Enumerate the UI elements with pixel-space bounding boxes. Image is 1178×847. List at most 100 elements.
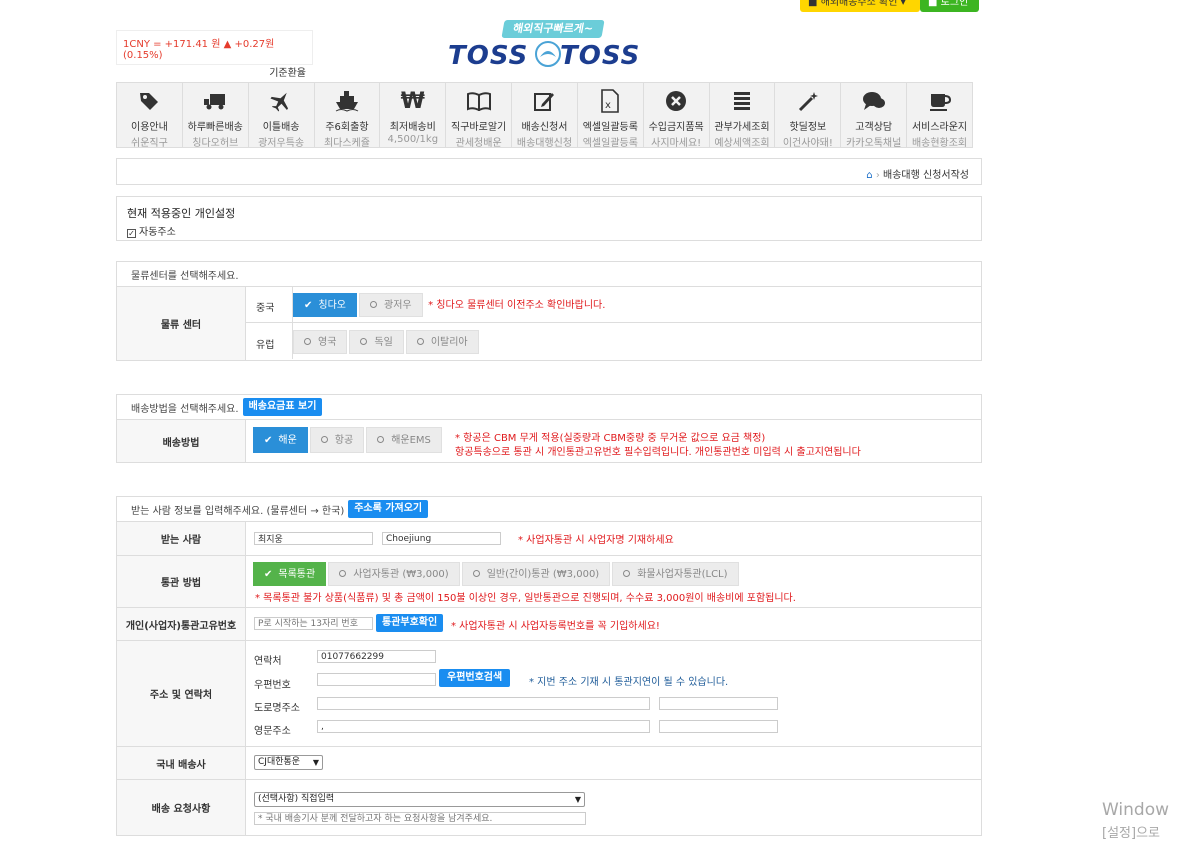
won-icon: ₩ (400, 88, 425, 114)
shipping-address-check-button[interactable]: ■ 해외배송주소 확인 ▾ (800, 0, 920, 12)
menu-sub: 최다스케쥴 (323, 138, 370, 149)
menu-item-consult[interactable]: 고객상담 카카오톡채널 (841, 83, 908, 149)
receiver-name-en-input[interactable] (382, 532, 501, 545)
eng-address-detail-input[interactable] (659, 720, 778, 733)
request-value: (선택사항) 직접입력 (258, 794, 335, 804)
personal-settings-heading: 현재 적용중인 개인설정 (127, 207, 236, 220)
shipping-row: 배송방법 ✔ 해운 항공 해운EMS * 항공은 CBM 무게 적용(실중량과 CBM… (116, 420, 982, 463)
menu-title: 수입금지품목 (648, 122, 704, 133)
menu-item-fast-delivery[interactable]: 하루빠른배송 칭다오허브 (183, 83, 249, 149)
receiver-section-title: 받는 사람 정보를 입력해주세요. (물류센터 → 한국) (131, 505, 345, 517)
option-business-clearance[interactable]: 사업자통관 (₩3,000) (328, 562, 460, 586)
customs-label: 통관 방법 (117, 556, 246, 607)
menu-sub: 이건사야돼! (782, 138, 833, 149)
zip-note: * 지번 주소 기재 시 통관지연이 될 수 있습니다. (529, 677, 729, 688)
menu-sub: 예상세액조회 (714, 138, 770, 149)
pccc-label: 개인(사업자)통관고유번호 (117, 608, 246, 640)
menu-sub: 칭다오허브 (192, 138, 239, 149)
option-germany[interactable]: 독일 (349, 330, 404, 354)
option-sea-ems[interactable]: 해운EMS (366, 427, 442, 453)
menu-sub: 쉬운직구 (131, 138, 168, 149)
menu-sub: 배송대행신청 (516, 138, 573, 149)
receiver-label: 받는 사람 (117, 522, 246, 555)
plane-icon (270, 92, 289, 112)
option-uk[interactable]: 영국 (293, 330, 348, 354)
europe-label: 유럽 (256, 340, 275, 351)
shipping-note-2: 항공특송으로 통관 시 개인통관고유번호 필수입력입니다. 개인통관번호 미입력… (455, 447, 861, 458)
menu-item-hot-deal[interactable]: 핫딜정보 이건사야돼! (775, 83, 842, 149)
eng-address-input[interactable] (317, 720, 650, 733)
menu-title: 주6회출항 (325, 122, 369, 133)
option-air[interactable]: 항공 (309, 427, 365, 453)
zip-search-button[interactable]: 우편번호검색 (439, 669, 511, 687)
road-address-input[interactable] (317, 697, 650, 710)
phone-input[interactable] (317, 650, 436, 663)
menu-title: 핫딜정보 (789, 122, 827, 133)
menu-title: 고객상담 (855, 122, 893, 133)
svg-text:TOSS: TOSS (448, 41, 528, 71)
menu-item-schedule[interactable]: 주6회출항 최다스케쥴 (315, 83, 381, 149)
shipping-label: 배송방법 (117, 420, 246, 462)
cup-icon (929, 94, 951, 111)
chevron-down-icon: ▼ (312, 758, 319, 767)
ship-icon (335, 91, 359, 112)
menu-title: 엑셀일괄등록 (582, 122, 638, 133)
breadcrumb-current: 배송대행 신청서작성 (883, 170, 969, 181)
watermark-line-2: [설정]으로 (1102, 826, 1160, 841)
menu-item-prohibited[interactable]: 수입금지품목 사지마세요! (644, 83, 710, 149)
road-address-detail-input[interactable] (659, 697, 778, 710)
exchange-rate-box: 1CNY = +171.41 원 ▲ +0.27원 (0.15%) 기준환율 (116, 30, 313, 79)
menu-item-lounge[interactable]: 서비스라운지 배송현황조회 (907, 83, 972, 149)
watermark-line-1: Window (1102, 800, 1170, 820)
menu-item-direct-buy-guide[interactable]: 직구바로알기 관세청배운 (446, 83, 513, 149)
customs-row: 통관 방법 ✔ 목록통관 사업자통관 (₩3,000) 일반(간이)통관 (₩3,00… (116, 556, 982, 608)
option-general-clearance[interactable]: 일반(간이)통관 (₩3,000) (461, 562, 611, 586)
menu-sub: 4,500/1kg (387, 134, 439, 145)
request-label: 배송 요청사항 (117, 780, 246, 835)
request-input[interactable] (254, 812, 586, 825)
book-icon (466, 92, 491, 111)
svg-text:TOSS: TOSS (560, 41, 640, 71)
fee-table-button[interactable]: 배송요금표 보기 (242, 398, 323, 416)
address-label: 주소 및 연락처 (117, 641, 246, 746)
site-logo[interactable]: 해외직구빠르게~ TOSS TOSS (448, 20, 650, 71)
option-guangzhou[interactable]: 광저우 (359, 293, 423, 317)
option-cargo-clearance[interactable]: 화물사업자통관(LCL) (612, 562, 739, 586)
menu-title: 관부가세조회 (714, 122, 770, 133)
login-button[interactable]: ■ 로그인 (920, 0, 979, 12)
tag-icon (140, 93, 159, 110)
receiver-section-header: 받는 사람 정보를 입력해주세요. (물류센터 → 한국) 주소록 가져오기 (116, 496, 982, 522)
receiver-name-input[interactable] (254, 532, 373, 545)
menu-sub: 배송현황조회 (911, 138, 968, 149)
menu-item-lowest-fee[interactable]: ₩ 최저배송비 4,500/1kg (380, 83, 447, 147)
logo-brand: TOSS TOSS (448, 37, 650, 71)
pccc-input[interactable] (254, 617, 373, 630)
eng-address-label: 영문주소 (254, 726, 291, 737)
request-select[interactable]: (선택사항) 직접입력 ▼ (254, 792, 585, 807)
menu-item-tax-lookup[interactable]: 관부가세조회 예상세액조회 (710, 83, 776, 149)
courier-select[interactable]: CJ대한통운 ▼ (254, 755, 323, 770)
courier-row: 국내 배송사 CJ대한통운 ▼ (116, 747, 982, 780)
auto-address-checkbox[interactable]: ✓ (127, 229, 136, 238)
pccc-check-button[interactable]: 통관부호확인 (376, 614, 444, 632)
menu-item-application[interactable]: 배송신청서 배송대행신청 (512, 83, 578, 149)
address-book-button[interactable]: 주소록 가져오기 (348, 500, 429, 518)
option-list-clearance[interactable]: ✔ 목록통관 (253, 562, 327, 586)
option-sea[interactable]: ✔ 해운 (253, 427, 308, 453)
menu-title: 이용안내 (131, 122, 168, 133)
option-italy[interactable]: 이탈리아 (405, 330, 479, 354)
center-section-title: 물류센터를 선택해주세요. (131, 270, 239, 282)
personal-settings-panel: 현재 적용중인 개인설정 ✓ 자동주소 (116, 196, 982, 241)
menu-item-excel-upload[interactable]: x 엑셀일괄등록 엑셀일괄등록 (578, 83, 644, 149)
phone-label: 연락처 (254, 656, 282, 667)
windows-activation-watermark: Window [설정]으로 (1102, 800, 1169, 841)
edit-icon (534, 93, 555, 111)
menu-item-two-day[interactable]: 이틀배송 광저우특송 (249, 83, 315, 149)
magic-icon (798, 92, 818, 112)
option-qingdao[interactable]: ✔ 칭다오 (293, 293, 357, 317)
zip-input[interactable] (317, 673, 436, 686)
menu-sub: 광저우특송 (258, 138, 305, 149)
home-icon[interactable]: ⌂ (866, 170, 872, 181)
chat-icon (862, 92, 885, 110)
menu-item-guide[interactable]: 이용안내 쉬운직구 (117, 83, 183, 149)
